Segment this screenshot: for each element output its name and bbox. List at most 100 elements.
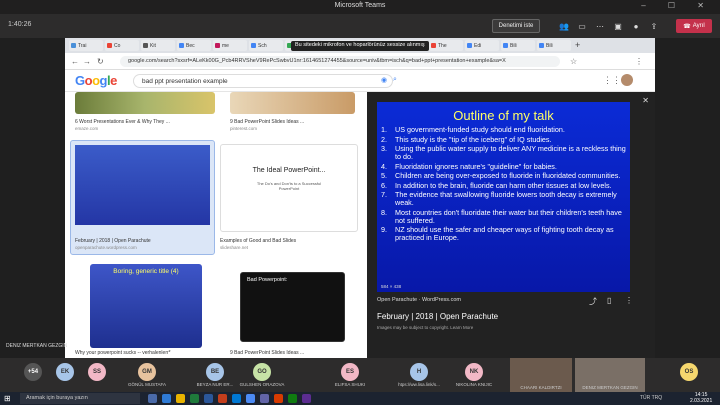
tab-label: Bec [186, 42, 195, 49]
tab-favicon-icon [107, 43, 112, 48]
mini-slide [75, 145, 210, 225]
participants-icon[interactable]: 👥 [558, 21, 570, 33]
apps-grid-icon[interactable]: ⋮⋮ [603, 75, 621, 86]
search-input[interactable]: bad ppt presentation example [133, 74, 393, 88]
more-participants[interactable]: +54 [24, 363, 42, 381]
camera-icon[interactable]: ▣ [612, 21, 624, 33]
result-thumb-1[interactable] [75, 92, 215, 114]
copyright-note: Images may be subject to copyright. Lear… [377, 325, 474, 330]
clock[interactable]: 14:15 2.03.2021 [690, 392, 712, 404]
app-icon-3[interactable] [302, 394, 311, 403]
search-icon[interactable]: ⌕ [393, 76, 397, 84]
video-tile-1[interactable]: CHAARI KALDIRTZI [510, 358, 572, 392]
google-logo[interactable]: Google [75, 73, 117, 88]
chat-icon[interactable]: ▭ [576, 21, 588, 33]
bullet-text: Using the public water supply to deliver… [395, 144, 626, 161]
taskbar-search[interactable]: Aramak için buraya yazın [20, 393, 140, 404]
share-icon[interactable]: ⇪ [648, 21, 660, 33]
store-icon[interactable] [232, 394, 241, 403]
url-field[interactable]: google.com/search?sxsrf=ALeKk00G_Pcb4RRV… [120, 56, 560, 67]
participant-avatar[interactable]: SS [88, 363, 106, 381]
result-caption-2[interactable]: 9 Bad PowerPoint Slides Ideas ... [230, 119, 304, 125]
microphone-icon[interactable]: ● [630, 21, 642, 33]
bullet-text: US government-funded study should end fl… [395, 125, 565, 134]
close-icon[interactable]: ✕ [642, 96, 649, 105]
browser-tab[interactable]: Edi [465, 40, 499, 51]
excel-icon[interactable] [190, 394, 199, 403]
share-icon[interactable]: ⤴ [589, 296, 597, 307]
new-tab-button[interactable]: + [575, 40, 580, 50]
slide-bullet: 5. Children are being over-exposed to flu… [381, 172, 627, 180]
slide-bullet: 2. This study is the "tip of the iceberg"… [381, 135, 627, 144]
edge-icon[interactable] [162, 394, 171, 403]
leave-button[interactable]: ☎ Ayrıl [676, 19, 712, 33]
word-icon[interactable] [204, 394, 213, 403]
reload-icon[interactable]: ↻ [97, 57, 104, 66]
back-icon[interactable]: ← [71, 57, 79, 66]
preview-slide[interactable]: Outline of my talk 1. US government-funde… [377, 102, 630, 292]
participant-avatar[interactable]: H [410, 363, 428, 381]
star-icon[interactable]: ☆ [570, 57, 577, 66]
result-thumb-6[interactable]: Bad Powerpoint: [240, 272, 345, 342]
teams-icon[interactable] [260, 394, 269, 403]
forward-icon[interactable]: → [83, 57, 91, 66]
participant-name: GULSHEN ORAZOVA [239, 382, 285, 387]
slide-bullet: 6. In addition to the brain, fluoride can… [381, 181, 627, 190]
participant-avatar[interactable]: GO [253, 363, 271, 381]
result-thumb-4[interactable]: The Ideal PowerPoint... The Do's and Don… [220, 144, 358, 232]
result-source-4: slideshare.net [220, 245, 249, 250]
tab-favicon-icon [215, 43, 220, 48]
result-caption-4[interactable]: Examples of Good and Bad Slides [220, 238, 296, 244]
bookmark-icon[interactable]: ▯ [607, 296, 611, 305]
avatar[interactable] [621, 74, 633, 86]
preview-source[interactable]: Open Parachute · WordPress.com [377, 297, 461, 303]
tab-label: Bili [510, 42, 517, 49]
participant-avatar[interactable]: BE [206, 363, 224, 381]
bullet-text: The evidence that swallowing fluoride lo… [395, 190, 617, 207]
more-icon[interactable]: ⋮ [625, 296, 633, 305]
folder-icon[interactable] [176, 394, 185, 403]
participant-avatar[interactable]: OS [680, 363, 698, 381]
result-caption-5[interactable]: Why your powerpoint sucks -- verhalenler… [75, 350, 171, 356]
result-thumb-2[interactable] [230, 92, 355, 114]
browser-tab[interactable]: Trai [69, 40, 103, 51]
task-view-icon[interactable] [148, 394, 157, 403]
thumb4-sub: The Do's and Don'ts to a Successful Powe… [256, 181, 322, 191]
start-icon[interactable]: ⊞ [4, 394, 11, 403]
result-caption-6[interactable]: 9 Bad PowerPoint Slides Ideas ... [230, 350, 304, 356]
participant-avatar[interactable]: NK [465, 363, 483, 381]
result-caption-1[interactable]: 6 Worst Presentations Ever & Why They ..… [75, 119, 170, 125]
browser-tab[interactable]: Co [105, 40, 139, 51]
powerpoint-icon[interactable] [218, 394, 227, 403]
app-icon-2[interactable] [288, 394, 297, 403]
app-icon[interactable] [274, 394, 283, 403]
taskbar: ⊞ Aramak için buraya yazın TÜR TRQ 14:15… [0, 392, 720, 405]
browser-tab[interactable]: Bili [537, 40, 571, 51]
preview-title[interactable]: February | 2018 | Open Parachute [377, 312, 498, 321]
browser-tab[interactable]: The [429, 40, 463, 51]
participant-avatar[interactable]: ES [341, 363, 359, 381]
participant-name: NIKOLINA KNIJIC [455, 382, 493, 387]
request-control-button[interactable]: Denetimi iste [492, 19, 540, 33]
browser-tab[interactable]: Bec [177, 40, 211, 51]
more-options-icon[interactable]: ⋯ [594, 21, 606, 33]
browser-tab[interactable]: me [213, 40, 247, 51]
chrome-icon[interactable] [246, 394, 255, 403]
language-indicator[interactable]: TÜR TRQ [640, 395, 662, 401]
browser-tab[interactable]: Bili [501, 40, 535, 51]
menu-icon[interactable]: ⋮ [635, 57, 643, 66]
result-source-2: pinterest.com [230, 126, 258, 131]
image-size: 584 × 438 [381, 284, 402, 289]
camera-search-icon[interactable]: ◉ [381, 76, 387, 84]
result-caption-3[interactable]: February | 2018 | Open Parachute [75, 238, 151, 244]
bullet-number: 7. [381, 190, 387, 199]
browser-tab[interactable]: Sch [249, 40, 283, 51]
tab-favicon-icon [467, 43, 472, 48]
participant-avatar[interactable]: GM [138, 363, 156, 381]
thumb5-title: Boring, generic title (4) [113, 268, 179, 275]
window-controls[interactable]: – ☐ ✕ [641, 1, 714, 10]
video-tile-2[interactable]: DENIZ MERTKAN GEZGIN [575, 358, 645, 392]
browser-tab[interactable]: Kit [141, 40, 175, 51]
result-thumb-5[interactable]: Boring, generic title (4) [90, 264, 202, 348]
participant-avatar[interactable]: EK [56, 363, 74, 381]
